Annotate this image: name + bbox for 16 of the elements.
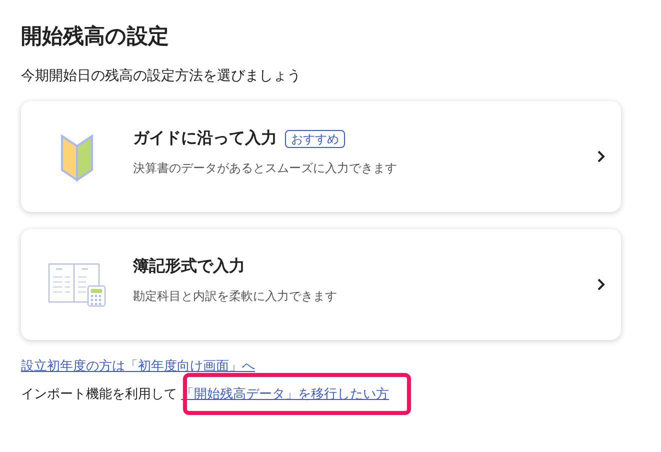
beginner-mark-icon — [60, 132, 94, 182]
option-description: 勘定科目と内訳を柔軟に入力できます — [133, 288, 338, 304]
import-text: インポート機能を利用して — [21, 385, 177, 403]
chevron-right-icon — [597, 150, 605, 163]
option-title: 簿記形式で入力 — [133, 256, 245, 276]
chevron-right-icon — [597, 278, 605, 291]
ledger-calculator-icon — [48, 262, 106, 306]
page-subtitle: 今期開始日の残高の設定方法を選びましょう — [21, 66, 302, 85]
recommended-badge: おすすめ — [285, 130, 345, 148]
option-title: ガイドに沿って入力 — [133, 128, 277, 148]
option-card[interactable]: 簿記形式で入力 勘定科目と内訳を柔軟に入力できます — [21, 229, 621, 340]
first-year-link[interactable]: 設立初年度の方は「初年度向け画面」へ — [21, 356, 255, 376]
option-description: 決算書のデータがあるとスムーズに入力できます — [133, 160, 398, 176]
option-card[interactable]: ガイドに沿って入力 おすすめ 決算書のデータがあるとスムーズに入力できます — [21, 101, 621, 212]
import-data-link[interactable]: 「開始残高データ」を移行したい方 — [181, 384, 389, 404]
page-title: 開始残高の設定 — [21, 24, 170, 50]
